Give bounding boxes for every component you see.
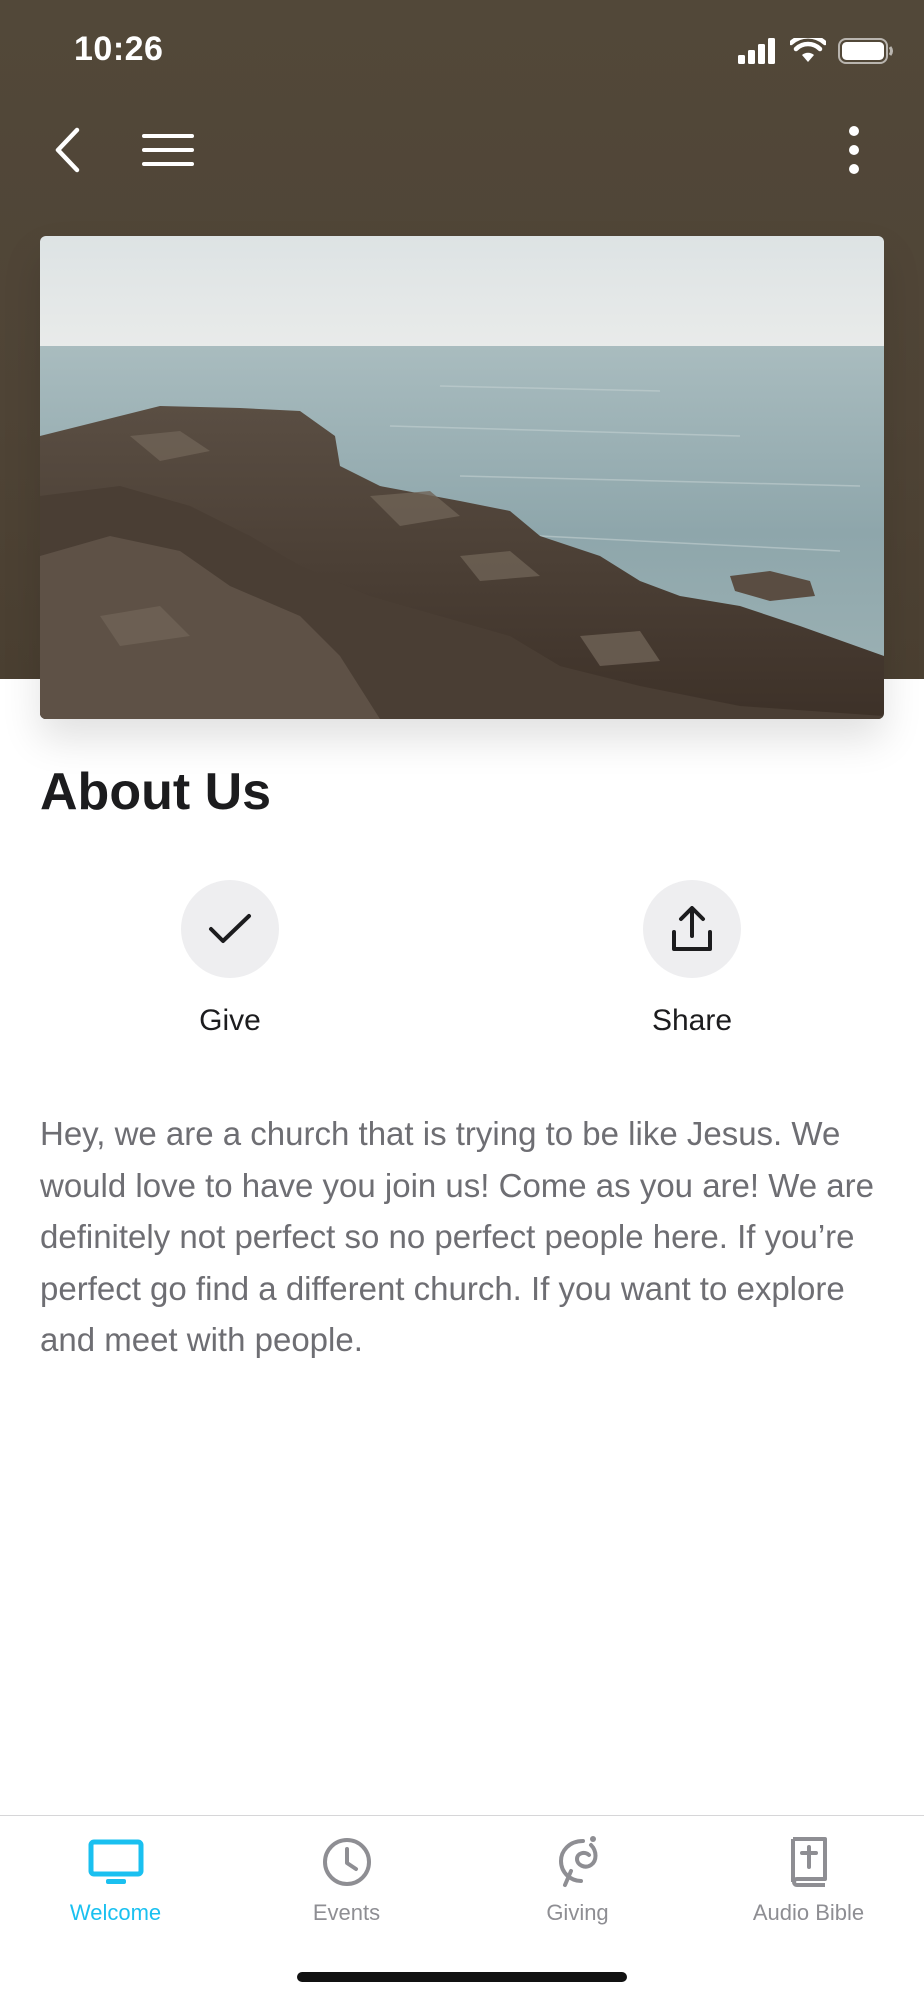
hamburger-menu-icon	[142, 134, 194, 166]
bible-icon	[790, 1837, 827, 1887]
cellular-signal-icon	[738, 38, 775, 64]
give-button[interactable]: Give	[130, 880, 330, 1038]
clock-icon	[322, 1838, 371, 1886]
navigation-bar	[0, 100, 924, 200]
giving-icon	[558, 1836, 597, 1887]
hero-image	[40, 236, 884, 719]
status-bar: 10:26	[0, 0, 924, 100]
share-label: Share	[651, 1004, 733, 1037]
tab-giving-label: Giving	[546, 1900, 609, 1925]
more-vertical-icon	[849, 126, 859, 174]
home-indicator	[297, 1972, 627, 1982]
more-options-button[interactable]	[824, 120, 884, 180]
battery-icon	[838, 38, 893, 64]
about-description: Hey, we are a church that is trying to b…	[40, 1115, 875, 1358]
page-title: About Us	[40, 763, 272, 821]
status-time: 10:26	[74, 30, 164, 68]
tab-audio-bible[interactable]: Audio Bible	[693, 1834, 924, 1926]
back-button[interactable]	[38, 120, 98, 180]
tab-welcome-label: Welcome	[69, 1900, 162, 1925]
monitor-icon	[88, 1839, 143, 1884]
checkmark-icon	[209, 914, 251, 943]
wifi-icon	[790, 38, 826, 62]
tab-audio-bible-label: Audio Bible	[752, 1900, 865, 1925]
tab-events[interactable]: Events	[231, 1834, 462, 1926]
share-button[interactable]: Share	[592, 880, 792, 1038]
give-icon-circle	[181, 880, 279, 978]
chevron-left-icon	[55, 127, 80, 173]
tab-welcome[interactable]: Welcome	[0, 1834, 231, 1926]
menu-button[interactable]	[138, 120, 198, 180]
status-icons	[738, 38, 894, 64]
tab-events-label: Events	[312, 1900, 381, 1925]
share-icon-circle	[643, 880, 741, 978]
tab-giving[interactable]: Giving	[462, 1834, 693, 1926]
share-upload-icon	[672, 906, 712, 951]
coastal-rocks-photo	[40, 236, 884, 719]
give-label: Give	[199, 1004, 261, 1037]
